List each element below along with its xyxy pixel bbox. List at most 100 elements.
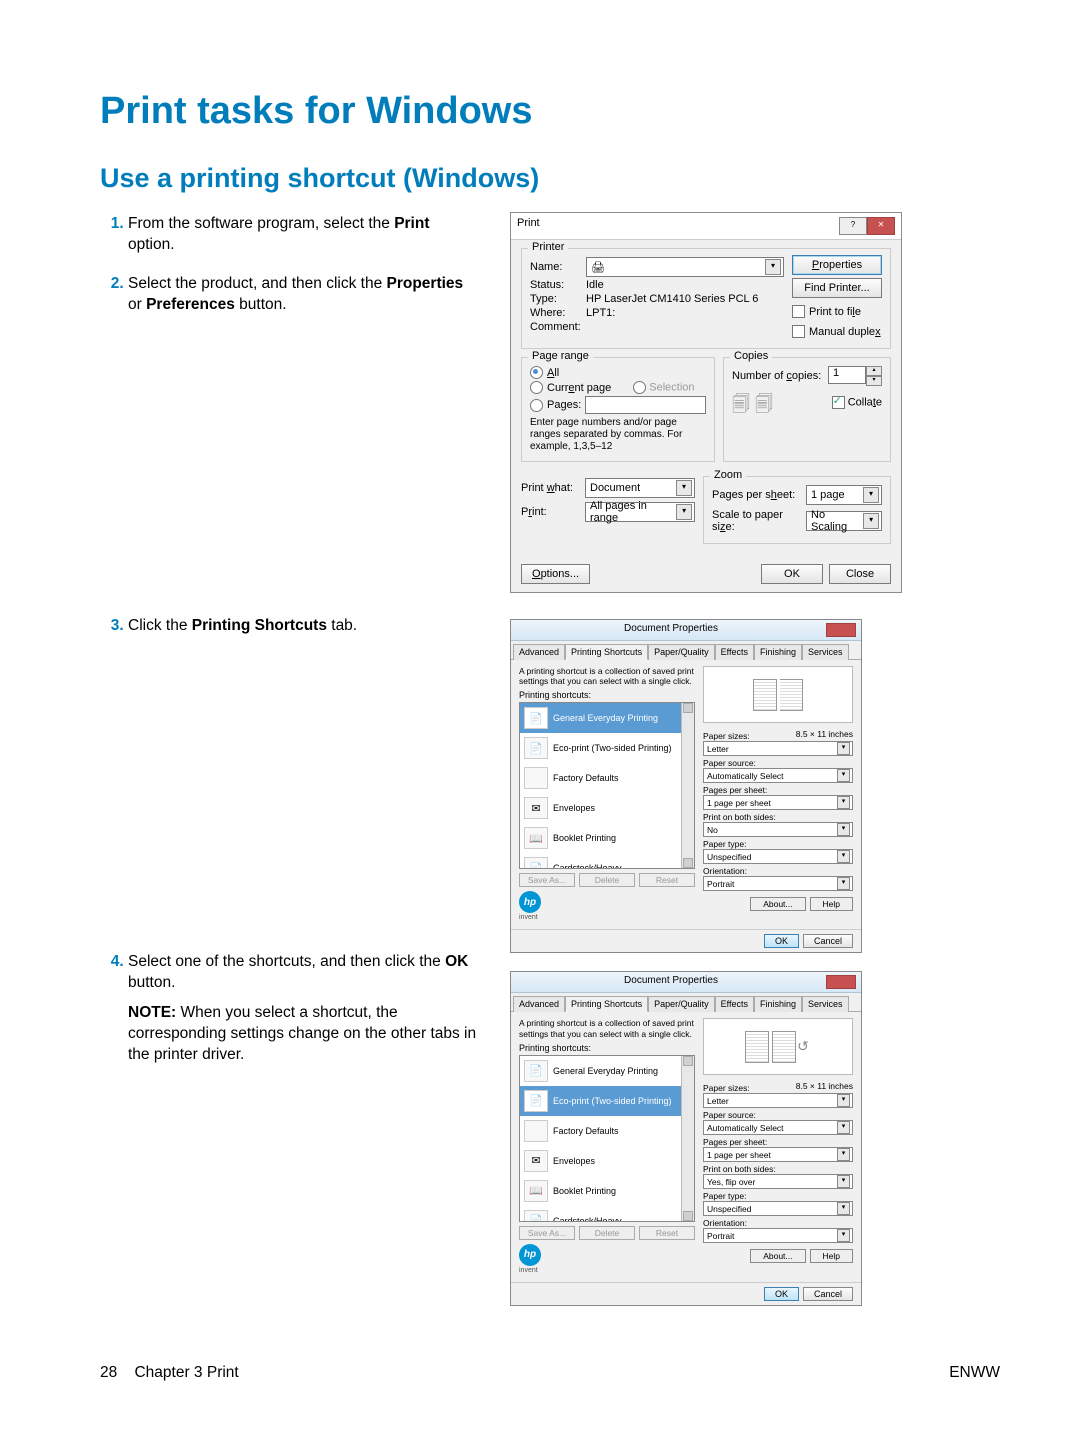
ok-button[interactable]: OK bbox=[764, 1287, 799, 1301]
close-button[interactable]: Close bbox=[829, 564, 891, 584]
chevron-down-icon[interactable]: ▾ bbox=[837, 769, 850, 782]
tab-finishing[interactable]: Finishing bbox=[754, 644, 802, 660]
pps-combo[interactable]: 1 page per sheet▾ bbox=[703, 795, 853, 810]
chevron-down-icon[interactable]: ▾ bbox=[837, 1121, 850, 1134]
selection-radio[interactable] bbox=[633, 381, 646, 394]
pps-combo[interactable]: 1 page▾ bbox=[806, 485, 882, 505]
both-sides-combo[interactable]: No▾ bbox=[703, 822, 853, 837]
help-icon[interactable]: ? bbox=[839, 217, 867, 235]
pps-combo[interactable]: 1 page per sheet▾ bbox=[703, 1147, 853, 1162]
saveas-button[interactable]: Save As... bbox=[519, 873, 575, 887]
chevron-down-icon[interactable]: ▾ bbox=[676, 504, 692, 520]
list-item[interactable]: 📄Cardstock/Heavy bbox=[520, 1206, 694, 1222]
about-button[interactable]: About... bbox=[750, 897, 805, 911]
print-what-combo[interactable]: Document▾ bbox=[585, 478, 695, 498]
list-item[interactable]: 📄General Everyday Printing bbox=[520, 703, 694, 733]
pages-input[interactable] bbox=[585, 396, 706, 414]
list-item[interactable]: 📄Eco-print (Two-sided Printing) bbox=[520, 1086, 694, 1116]
help-button[interactable]: Help bbox=[810, 1249, 853, 1263]
chevron-down-icon[interactable]: ▾ bbox=[837, 796, 850, 809]
list-item[interactable]: Factory Defaults bbox=[520, 763, 694, 793]
collate-icon: 🗐 🗐 bbox=[732, 400, 773, 409]
chevron-down-icon[interactable]: ▾ bbox=[837, 823, 850, 836]
collate-checkbox[interactable] bbox=[832, 396, 845, 409]
paper-type-combo[interactable]: Unspecified▾ bbox=[703, 1201, 853, 1216]
chevron-down-icon[interactable]: ▾ bbox=[765, 259, 781, 275]
chevron-down-icon[interactable]: ▾ bbox=[837, 742, 850, 755]
tab-printing-shortcuts[interactable]: Printing Shortcuts bbox=[565, 644, 648, 660]
all-radio[interactable] bbox=[530, 366, 543, 379]
chevron-down-icon[interactable]: ▾ bbox=[837, 1229, 850, 1242]
paper-sizes-combo[interactable]: Letter▾ bbox=[703, 1093, 853, 1108]
print-to-file-checkbox[interactable] bbox=[792, 305, 805, 318]
tab-finishing[interactable]: Finishing bbox=[754, 996, 802, 1012]
both-sides-combo[interactable]: Yes, flip over▾ bbox=[703, 1174, 853, 1189]
manual-duplex-checkbox[interactable] bbox=[792, 325, 805, 338]
options-button[interactable]: Options... bbox=[521, 564, 590, 584]
ok-button[interactable]: OK bbox=[761, 564, 823, 584]
list-item[interactable]: ✉Envelopes bbox=[520, 793, 694, 823]
paper-source-combo[interactable]: Automatically Select▾ bbox=[703, 768, 853, 783]
reset-button[interactable]: Reset bbox=[639, 1226, 695, 1240]
shortcuts-listbox[interactable]: 📄General Everyday Printing 📄Eco-print (T… bbox=[519, 1055, 695, 1222]
reset-button[interactable]: Reset bbox=[639, 873, 695, 887]
list-item[interactable]: 📄General Everyday Printing bbox=[520, 1056, 694, 1086]
orientation-combo[interactable]: Portrait▾ bbox=[703, 876, 853, 891]
tab-effects[interactable]: Effects bbox=[715, 644, 754, 660]
ok-button[interactable]: OK bbox=[764, 934, 799, 948]
list-item[interactable]: ✉Envelopes bbox=[520, 1146, 694, 1176]
chevron-down-icon[interactable]: ▾ bbox=[837, 1148, 850, 1161]
chevron-down-icon[interactable]: ▾ bbox=[837, 1094, 850, 1107]
tab-printing-shortcuts[interactable]: Printing Shortcuts bbox=[565, 996, 648, 1012]
close-icon[interactable] bbox=[826, 975, 856, 989]
where-label: Where: bbox=[530, 307, 582, 319]
list-item[interactable]: 📖Booklet Printing bbox=[520, 1176, 694, 1206]
tab-advanced[interactable]: Advanced bbox=[513, 996, 565, 1012]
list-item[interactable]: Factory Defaults bbox=[520, 1116, 694, 1146]
print-combo[interactable]: All pages in range▾ bbox=[585, 502, 695, 522]
shortcuts-listbox[interactable]: 📄General Everyday Printing 📄Eco-print (T… bbox=[519, 702, 695, 869]
help-button[interactable]: Help bbox=[810, 897, 853, 911]
tab-services[interactable]: Services bbox=[802, 644, 849, 660]
list-item[interactable]: 📄Eco-print (Two-sided Printing) bbox=[520, 733, 694, 763]
scrollbar[interactable] bbox=[681, 703, 694, 868]
zoom-group: Zoom bbox=[710, 469, 746, 481]
printer-name-combo[interactable]: 🖨▾ bbox=[586, 257, 784, 277]
current-radio[interactable] bbox=[530, 381, 543, 394]
spin-down-icon[interactable]: ▾ bbox=[866, 376, 882, 386]
paper-sizes-label: Paper sizes: bbox=[703, 731, 750, 741]
chevron-down-icon[interactable]: ▾ bbox=[863, 487, 879, 503]
cancel-button[interactable]: Cancel bbox=[803, 934, 853, 948]
about-button[interactable]: About... bbox=[750, 1249, 805, 1263]
tab-effects[interactable]: Effects bbox=[715, 996, 754, 1012]
list-item[interactable]: 📖Booklet Printing bbox=[520, 823, 694, 853]
tab-services[interactable]: Services bbox=[802, 996, 849, 1012]
cancel-button[interactable]: Cancel bbox=[803, 1287, 853, 1301]
num-copies-input[interactable]: 1 bbox=[828, 366, 866, 384]
saveas-button[interactable]: Save As... bbox=[519, 1226, 575, 1240]
properties-button[interactable]: Properties bbox=[792, 255, 882, 275]
tab-paper-quality[interactable]: Paper/Quality bbox=[648, 644, 715, 660]
chevron-down-icon[interactable]: ▾ bbox=[837, 877, 850, 890]
find-printer-button[interactable]: Find Printer... bbox=[792, 278, 882, 298]
close-icon[interactable]: ✕ bbox=[867, 217, 895, 235]
scale-combo[interactable]: No Scaling▾ bbox=[806, 511, 882, 531]
pages-radio[interactable] bbox=[530, 399, 543, 412]
scrollbar[interactable] bbox=[681, 1056, 694, 1221]
delete-button[interactable]: Delete bbox=[579, 1226, 635, 1240]
delete-button[interactable]: Delete bbox=[579, 873, 635, 887]
tab-paper-quality[interactable]: Paper/Quality bbox=[648, 996, 715, 1012]
paper-source-combo[interactable]: Automatically Select▾ bbox=[703, 1120, 853, 1135]
tab-advanced[interactable]: Advanced bbox=[513, 644, 565, 660]
chevron-down-icon[interactable]: ▾ bbox=[837, 1175, 850, 1188]
paper-sizes-combo[interactable]: Letter▾ bbox=[703, 741, 853, 756]
orientation-combo[interactable]: Portrait▾ bbox=[703, 1228, 853, 1243]
chevron-down-icon[interactable]: ▾ bbox=[837, 1202, 850, 1215]
chevron-down-icon[interactable]: ▾ bbox=[837, 850, 850, 863]
list-item[interactable]: 📄Cardstock/Heavy bbox=[520, 853, 694, 869]
paper-type-combo[interactable]: Unspecified▾ bbox=[703, 849, 853, 864]
chevron-down-icon[interactable]: ▾ bbox=[676, 480, 692, 496]
chevron-down-icon[interactable]: ▾ bbox=[863, 513, 879, 529]
close-icon[interactable] bbox=[826, 623, 856, 637]
spin-up-icon[interactable]: ▴ bbox=[866, 366, 882, 376]
